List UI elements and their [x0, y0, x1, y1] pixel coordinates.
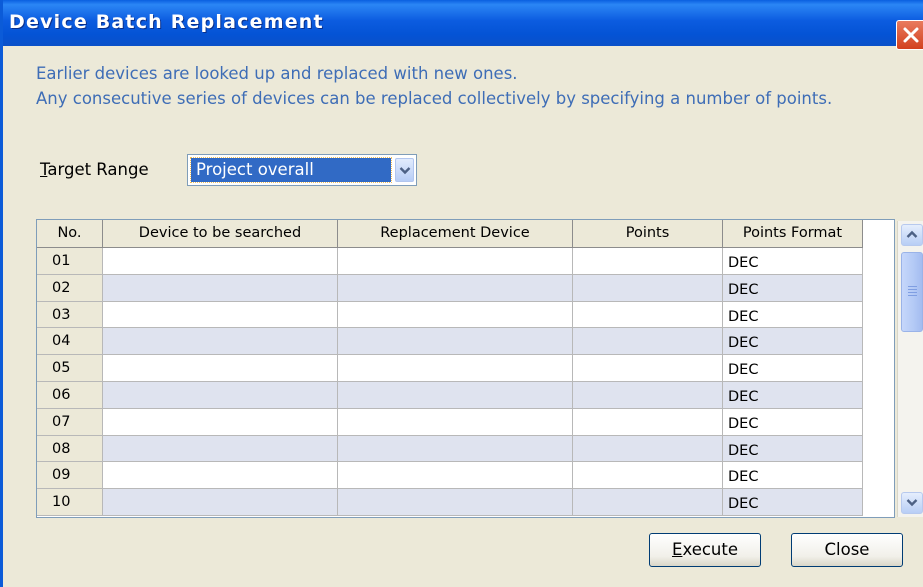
vertical-scrollbar[interactable]	[897, 221, 923, 517]
close-window-button[interactable]	[896, 20, 923, 50]
row-number[interactable]: 07	[37, 408, 103, 436]
description-line-2: Any consecutive series of devices can be…	[36, 89, 833, 108]
description-line-1: Earlier devices are looked up and replac…	[36, 64, 518, 83]
header-no[interactable]: No.	[37, 220, 103, 248]
scroll-down-button[interactable]	[901, 492, 923, 514]
execute-label: xecute	[682, 540, 738, 559]
points-cell[interactable]	[573, 328, 723, 356]
row-number[interactable]: 01	[37, 248, 103, 275]
device-cell[interactable]	[103, 382, 338, 409]
format-cell[interactable]: DEC	[723, 355, 863, 382]
replacement-cell[interactable]	[338, 248, 573, 275]
device-cell[interactable]	[103, 489, 338, 516]
row-number[interactable]: 05	[37, 355, 103, 382]
replacement-cell[interactable]	[338, 489, 573, 516]
row-number[interactable]: 08	[37, 435, 103, 463]
target-range-select[interactable]: Project overall	[187, 154, 417, 186]
close-button[interactable]: Close	[791, 533, 903, 567]
row-number[interactable]: 02	[37, 274, 103, 302]
title-bar[interactable]: Device Batch Replacement	[3, 0, 923, 46]
replacement-cell[interactable]	[338, 274, 573, 302]
header-replacement-device[interactable]: Replacement Device	[338, 220, 573, 248]
grip-line	[908, 295, 917, 296]
points-cell[interactable]	[573, 274, 723, 302]
target-range-label: Target Range	[40, 160, 149, 179]
replacement-cell[interactable]	[338, 328, 573, 356]
replacement-cell[interactable]	[338, 408, 573, 436]
points-cell[interactable]	[573, 301, 723, 329]
header-points[interactable]: Points	[573, 220, 723, 248]
chevron-up-icon	[906, 230, 918, 238]
scroll-thumb[interactable]	[901, 252, 923, 332]
window-title: Device Batch Replacement	[9, 11, 324, 33]
format-cell[interactable]: DEC	[723, 248, 863, 275]
points-cell[interactable]	[573, 462, 723, 490]
grip-line	[908, 286, 917, 287]
execute-mnemonic: E	[672, 540, 683, 559]
points-cell[interactable]	[573, 248, 723, 275]
replacement-cell[interactable]	[338, 301, 573, 329]
format-cell[interactable]: DEC	[723, 274, 863, 302]
replacement-cell[interactable]	[338, 382, 573, 409]
points-cell[interactable]	[573, 382, 723, 409]
format-cell[interactable]: DEC	[723, 328, 863, 356]
scroll-up-button[interactable]	[901, 224, 923, 246]
row-number[interactable]: 03	[37, 301, 103, 329]
target-range-label-text: arget Range	[47, 160, 149, 179]
replacement-cell[interactable]	[338, 355, 573, 382]
header-points-format[interactable]: Points Format	[723, 220, 863, 248]
points-cell[interactable]	[573, 435, 723, 463]
grip-line	[908, 292, 917, 293]
format-cell[interactable]: DEC	[723, 435, 863, 463]
device-cell[interactable]	[103, 328, 338, 356]
format-cell[interactable]: DEC	[723, 408, 863, 436]
format-cell[interactable]: DEC	[723, 382, 863, 409]
header-device-to-be-searched[interactable]: Device to be searched	[103, 220, 338, 248]
device-cell[interactable]	[103, 408, 338, 436]
row-number[interactable]: 06	[37, 382, 103, 409]
target-range-dropdown-button[interactable]	[395, 158, 414, 182]
device-cell[interactable]	[103, 462, 338, 490]
replacement-cell[interactable]	[338, 435, 573, 463]
chevron-down-icon	[906, 499, 918, 507]
row-number[interactable]: 09	[37, 462, 103, 490]
device-cell[interactable]	[103, 435, 338, 463]
grip-line	[908, 289, 917, 290]
dialog-window: Device Batch Replacement Earlier devices…	[0, 0, 923, 587]
chevron-down-icon	[399, 167, 411, 175]
points-cell[interactable]	[573, 355, 723, 382]
close-icon	[903, 27, 919, 43]
format-cell[interactable]: DEC	[723, 462, 863, 490]
device-cell[interactable]	[103, 355, 338, 382]
device-cell[interactable]	[103, 248, 338, 275]
points-cell[interactable]	[573, 408, 723, 436]
format-cell[interactable]: DEC	[723, 301, 863, 329]
row-number[interactable]: 10	[37, 489, 103, 516]
format-cell[interactable]: DEC	[723, 489, 863, 516]
device-cell[interactable]	[103, 274, 338, 302]
row-number[interactable]: 04	[37, 328, 103, 356]
device-cell[interactable]	[103, 301, 338, 329]
replacement-table: No. Device to be searched Replacement Devi…	[36, 219, 923, 518]
replacement-cell[interactable]	[338, 462, 573, 490]
target-range-value: Project overall	[190, 157, 392, 183]
points-cell[interactable]	[573, 489, 723, 516]
execute-button[interactable]: Execute	[649, 533, 761, 567]
